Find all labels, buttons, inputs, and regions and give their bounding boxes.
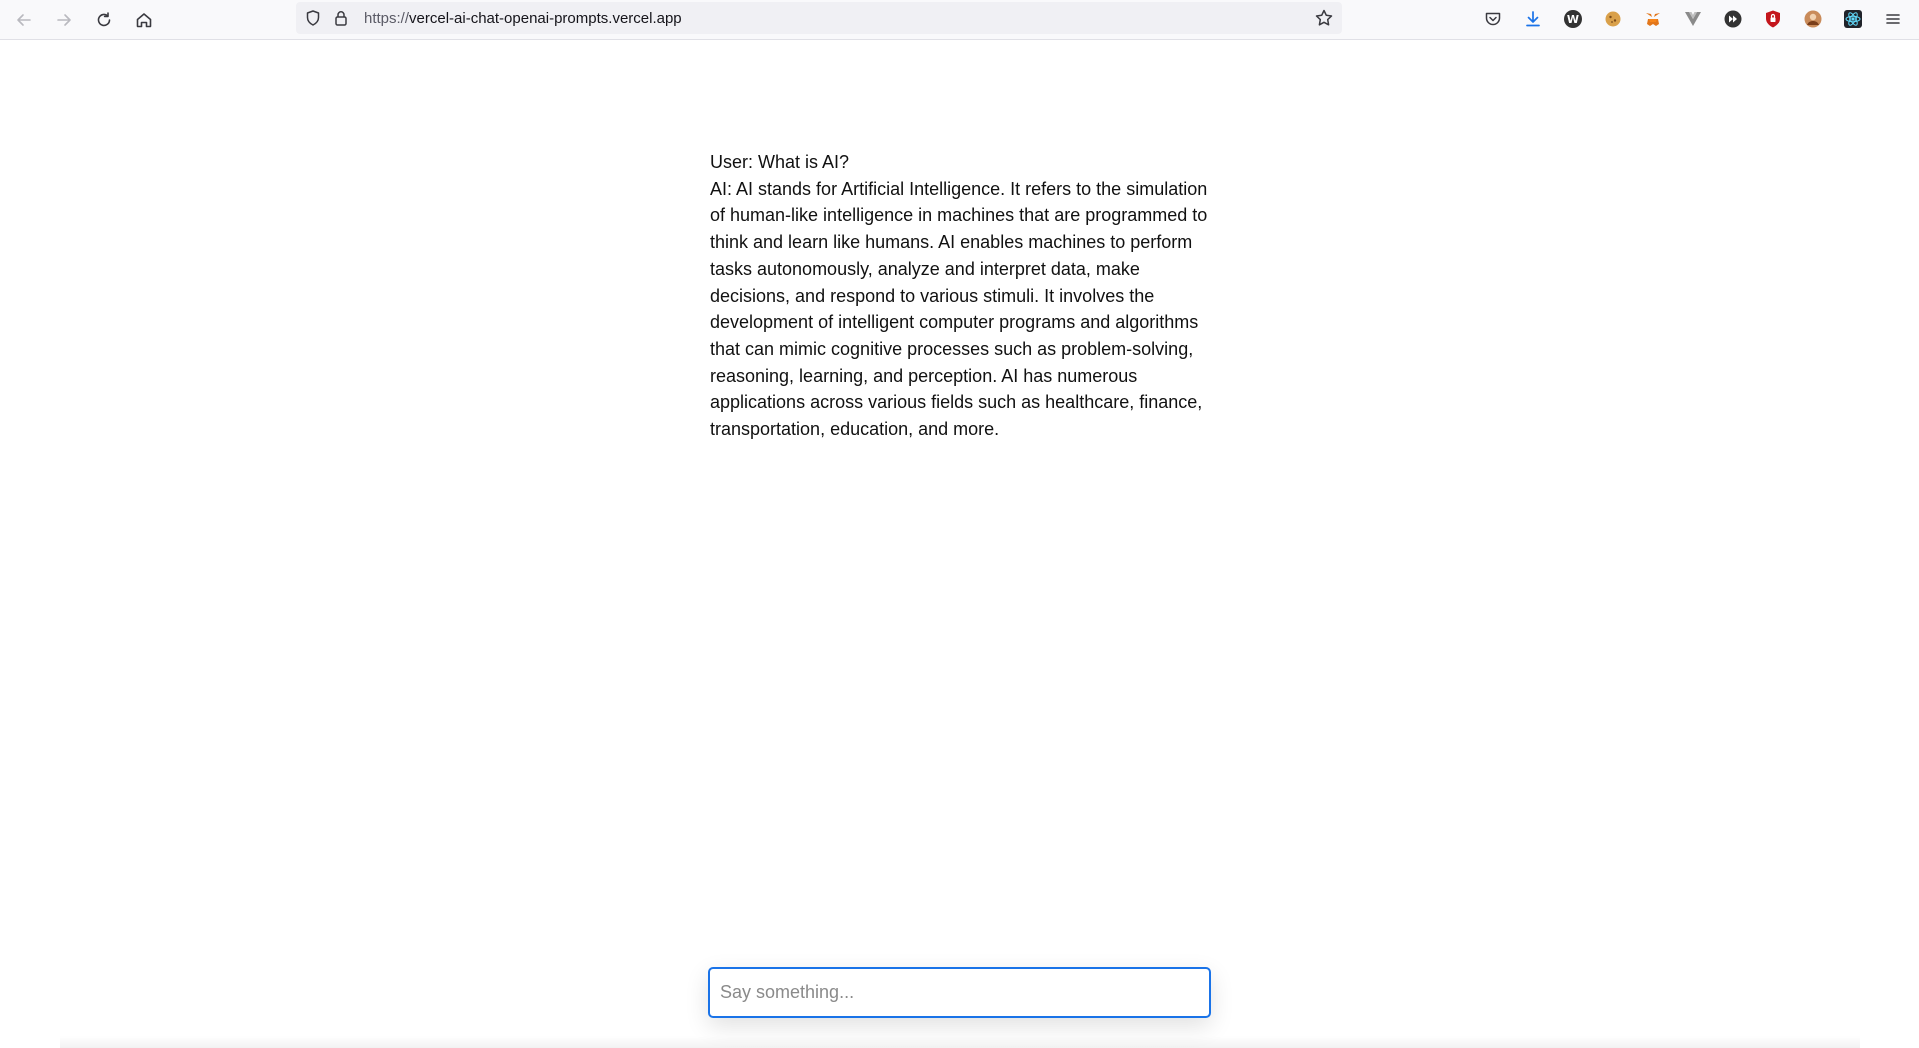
ublock-extension-icon[interactable] bbox=[1762, 8, 1784, 30]
reload-button[interactable] bbox=[90, 7, 118, 33]
url-text[interactable]: https://vercel-ai-chat-openai-prompts.ve… bbox=[364, 10, 682, 27]
chat-input-container bbox=[708, 967, 1211, 1018]
shield-icon[interactable] bbox=[304, 9, 322, 27]
back-button[interactable] bbox=[10, 7, 38, 33]
arrow-left-icon bbox=[17, 14, 31, 26]
pocket-button[interactable] bbox=[1482, 8, 1504, 30]
pocket-icon bbox=[1485, 12, 1501, 26]
chat-input[interactable] bbox=[708, 967, 1211, 1018]
url-protocol: https:// bbox=[364, 10, 410, 27]
browser-toolbar: https://vercel-ai-chat-openai-prompts.ve… bbox=[0, 0, 1919, 40]
forward-button[interactable] bbox=[50, 7, 78, 33]
home-icon bbox=[136, 13, 152, 28]
cookie-extension-icon[interactable] bbox=[1602, 8, 1624, 30]
svg-text:W: W bbox=[1567, 13, 1579, 26]
media-extension-icon[interactable] bbox=[1722, 8, 1744, 30]
assistant-message: AI: AI stands for Artificial Intelligenc… bbox=[710, 178, 1213, 440]
arrow-right-icon bbox=[57, 14, 71, 26]
reload-icon bbox=[97, 12, 111, 27]
bottom-shadow bbox=[60, 1036, 1860, 1048]
metamask-extension-icon[interactable] bbox=[1642, 8, 1664, 30]
downloads-button[interactable] bbox=[1522, 8, 1544, 30]
lock-icon[interactable] bbox=[332, 9, 350, 27]
bookmark-button[interactable] bbox=[1314, 8, 1334, 28]
url-host: vercel-ai-chat-openai-prompts.vercel.app bbox=[409, 10, 682, 27]
chat-messages: User: What is AI? AI: AI stands for Arti… bbox=[710, 149, 1210, 443]
star-icon bbox=[1315, 9, 1333, 26]
download-icon bbox=[1526, 11, 1540, 27]
user-message: User: What is AI? bbox=[710, 152, 850, 172]
avatar-extension-icon[interactable] bbox=[1802, 8, 1824, 30]
vue-devtools-extension-icon[interactable] bbox=[1682, 8, 1704, 30]
home-button[interactable] bbox=[130, 7, 158, 33]
menu-button[interactable] bbox=[1882, 8, 1904, 30]
react-devtools-extension-icon[interactable] bbox=[1842, 8, 1864, 30]
wikipedia-extension-icon[interactable]: W bbox=[1562, 8, 1584, 30]
hamburger-menu-icon bbox=[1886, 14, 1900, 24]
url-bar[interactable]: https://vercel-ai-chat-openai-prompts.ve… bbox=[296, 2, 1342, 34]
